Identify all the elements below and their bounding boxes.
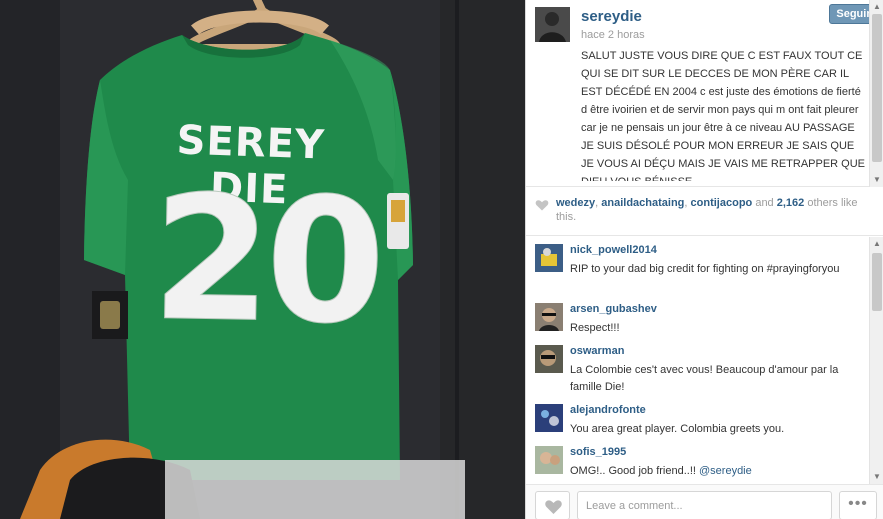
scroll-down-arrow-icon[interactable]: ▼ — [870, 470, 883, 484]
post-timestamp[interactable]: hace 2 horas — [581, 29, 645, 41]
post-sidebar: sereydie Seguir hace 2 horas SALUT JUSTE… — [525, 0, 883, 519]
comment-text: RIP to your dad big credit for fighting … — [570, 263, 840, 275]
comment-text: OMG!.. Good job friend..!! @sereydie — [570, 463, 860, 480]
comment-footer: ••• — [526, 484, 883, 519]
liker-link[interactable]: wedezy — [556, 197, 595, 209]
comment-text: You area great player. Colombia greets y… — [570, 423, 785, 435]
caption-scroll-thumb[interactable] — [872, 14, 882, 162]
post-caption: SALUT JUSTE VOUS DIRE QUE C EST FAUX TOU… — [581, 50, 866, 181]
commenter-avatar[interactable] — [535, 404, 563, 432]
scroll-up-arrow-icon[interactable]: ▲ — [870, 237, 883, 251]
commenter-username[interactable]: alejandrofonte — [570, 404, 646, 416]
commenter-username[interactable]: arsen_gubashev — [570, 303, 657, 315]
scroll-down-arrow-icon[interactable]: ▼ — [870, 173, 883, 187]
comments-scroll-thumb[interactable] — [872, 253, 882, 311]
commenter-username[interactable]: nick_powell2014 — [570, 244, 657, 256]
comment-item: oswarman La Colombie ces't avec vous! Be… — [526, 345, 869, 399]
comment-body: OMG!.. Good job friend..!! — [570, 465, 699, 477]
comment-item: arsen_gubashev Respect!!! — [526, 303, 869, 343]
commenter-username[interactable]: oswarman — [570, 345, 624, 357]
author-username[interactable]: sereydie — [581, 8, 642, 25]
post-photo: SEREY DIE 20 — [0, 0, 525, 519]
author-avatar[interactable] — [535, 7, 570, 42]
post-header: sereydie Seguir hace 2 horas SALUT JUSTE… — [526, 0, 883, 187]
commenter-avatar[interactable] — [535, 244, 563, 272]
like-button[interactable] — [535, 491, 570, 519]
scroll-up-arrow-icon[interactable]: ▲ — [870, 0, 883, 14]
heart-icon — [535, 200, 549, 211]
comments-scrollbar[interactable]: ▲ ▼ — [869, 237, 883, 484]
likes-summary: wedezy, anaildachataing, contijacopo and… — [526, 188, 883, 236]
heart-icon — [545, 500, 562, 514]
commenter-avatar[interactable] — [535, 345, 563, 373]
comment-input[interactable] — [577, 491, 832, 519]
mention-link[interactable]: @sereydie — [699, 465, 752, 477]
liker-link[interactable]: contijacopo — [691, 197, 753, 209]
comment-item: alejandrofonte You area great player. Co… — [526, 404, 869, 444]
likes-and: and — [752, 197, 777, 209]
ellipsis-icon[interactable]: ••• — [839, 491, 877, 519]
caption-scrollbar[interactable]: ▲ ▼ — [869, 0, 883, 187]
liker-link[interactable]: anaildachataing — [601, 197, 684, 209]
jersey-number-print: 20 — [150, 157, 382, 363]
comment-item: sofis_1995 OMG!.. Good job friend..!! @s… — [526, 446, 869, 484]
comment-text: La Colombie ces't avec vous! Beaucoup d'… — [570, 364, 839, 393]
commenter-username[interactable]: sofis_1995 — [570, 446, 626, 458]
likes-text: wedezy, anaildachataing, contijacopo and… — [556, 196, 868, 224]
commenter-avatar[interactable] — [535, 303, 563, 331]
comment-text: Respect!!! — [570, 322, 620, 334]
comment-item: nick_powell2014 RIP to your dad big cred… — [526, 244, 869, 298]
likes-count[interactable]: 2,162 — [777, 197, 805, 209]
commenter-avatar[interactable] — [535, 446, 563, 474]
comments-list: nick_powell2014 RIP to your dad big cred… — [526, 237, 883, 484]
